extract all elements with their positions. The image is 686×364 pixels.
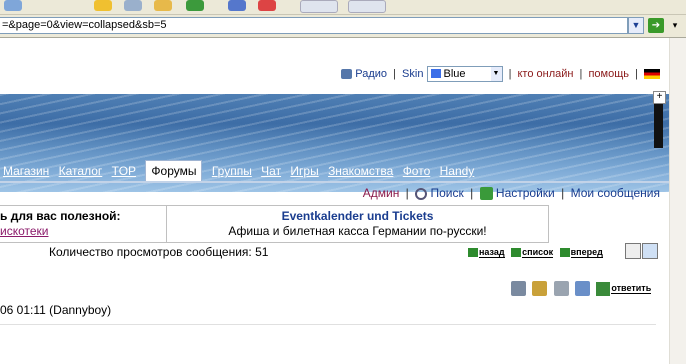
- browser-toolbar: [0, 0, 686, 15]
- arrow-right-icon: [559, 248, 570, 257]
- nav-item-groups[interactable]: Группы: [212, 161, 252, 181]
- forward-button[interactable]: вперед: [559, 247, 603, 258]
- post-divider: [0, 324, 656, 325]
- nav-item-photo[interactable]: Фото: [403, 161, 431, 181]
- reply-button[interactable]: ответить: [596, 281, 652, 296]
- messenger-icon[interactable]: [348, 0, 386, 13]
- print-icon[interactable]: [511, 281, 526, 297]
- flat-view-icon[interactable]: [625, 243, 641, 259]
- search-icon[interactable]: [415, 187, 428, 200]
- nav-item-top[interactable]: TOP: [112, 161, 136, 181]
- top-links: Радио | Skin Blue ▼ | кто онлайн | помощ…: [0, 64, 670, 84]
- ad-right[interactable]: Eventkalender und Tickets Афиша и билетн…: [167, 206, 548, 242]
- ad-left-title: ь для вас полезной:: [0, 209, 121, 223]
- nav-item-handy[interactable]: Handy: [440, 161, 475, 181]
- nav-item-dating[interactable]: Знакомства: [328, 161, 393, 181]
- ad-right-subtitle: Афиша и билетная касса Германии по-русск…: [228, 224, 487, 238]
- german-flag-icon[interactable]: [644, 69, 660, 79]
- nav-item-shop[interactable]: Магазин: [3, 161, 49, 181]
- go-icon[interactable]: ➔: [648, 18, 664, 33]
- download-icon[interactable]: [228, 0, 246, 11]
- folder-icon[interactable]: [154, 0, 172, 11]
- arrow-up-icon: [511, 248, 522, 257]
- chevron-down-icon[interactable]: ▼: [490, 67, 502, 81]
- skin-color-swatch: [430, 69, 441, 78]
- users-icon[interactable]: [532, 281, 548, 297]
- ad-left-link[interactable]: искотеки: [0, 224, 49, 238]
- expand-icon[interactable]: +: [653, 91, 666, 104]
- skin-link[interactable]: Skin: [402, 68, 423, 80]
- skin-select[interactable]: Blue ▼: [426, 66, 503, 82]
- threaded-view-icon[interactable]: [642, 243, 658, 259]
- web-page: Радио | Skin Blue ▼ | кто онлайн | помощ…: [0, 38, 686, 364]
- ad-panel: ь для вас полезной: искотеки Eventkalend…: [0, 205, 549, 243]
- nav-item-chat[interactable]: Чат: [261, 161, 281, 181]
- back-icon[interactable]: [4, 0, 22, 11]
- search-link[interactable]: Поиск: [430, 186, 463, 200]
- nav-item-forums[interactable]: Форумы: [145, 160, 203, 181]
- post-date: 06 01:11 (Dannyboy): [0, 303, 112, 317]
- nav-item-games[interactable]: Игры: [290, 161, 318, 181]
- ad-left: ь для вас полезной: искотеки: [0, 206, 167, 242]
- forum-toolbar: Админ | Поиск | Настройки | Мои сообщени…: [362, 186, 660, 201]
- trash-icon[interactable]: [553, 281, 569, 297]
- settings-icon[interactable]: [479, 187, 493, 201]
- addon-icon[interactable]: [258, 0, 276, 11]
- favorites-icon[interactable]: [94, 0, 112, 11]
- admin-link[interactable]: Админ: [363, 186, 400, 200]
- edit-icon[interactable]: [575, 281, 591, 297]
- nav-divider: [0, 181, 670, 183]
- settings-link[interactable]: Настройки: [496, 186, 555, 200]
- chevron-down-icon[interactable]: ▾: [668, 18, 682, 33]
- history-icon[interactable]: [124, 0, 142, 11]
- my-messages-link[interactable]: Мои сообщения: [571, 186, 660, 200]
- help-link[interactable]: помощь: [588, 68, 629, 80]
- list-button[interactable]: список: [511, 247, 554, 258]
- reply-icon: [596, 281, 611, 296]
- ad-right-title[interactable]: Eventkalender und Tickets: [167, 209, 548, 223]
- refresh-icon[interactable]: [186, 0, 204, 11]
- back-button[interactable]: назад: [468, 247, 505, 258]
- nav-item-catalog[interactable]: Каталог: [59, 161, 103, 181]
- address-bar: =&page=0&view=collapsed&sb=5 ▼ ➔ ▾: [0, 15, 686, 38]
- banner-scroll-bar[interactable]: [654, 104, 663, 148]
- address-dropdown-icon[interactable]: ▼: [628, 17, 644, 34]
- thread-pager: назад список вперед: [468, 247, 607, 259]
- radio-icon: [341, 69, 353, 79]
- skin-select-value: Blue: [443, 68, 466, 80]
- post-actions: ответить: [511, 281, 652, 297]
- who-online-link[interactable]: кто онлайн: [518, 68, 574, 80]
- main-nav: Магазин Каталог TOP Форумы Группы Чат Иг…: [0, 160, 477, 182]
- mail-icon[interactable]: [300, 0, 338, 13]
- views-count: Количество просмотров сообщения: 51: [49, 245, 269, 259]
- view-mode-icons: [625, 243, 659, 262]
- page-scrollbar[interactable]: [669, 38, 686, 364]
- radio-link[interactable]: Радио: [355, 68, 387, 80]
- arrow-left-icon: [468, 248, 478, 257]
- address-input[interactable]: =&page=0&view=collapsed&sb=5: [0, 17, 628, 34]
